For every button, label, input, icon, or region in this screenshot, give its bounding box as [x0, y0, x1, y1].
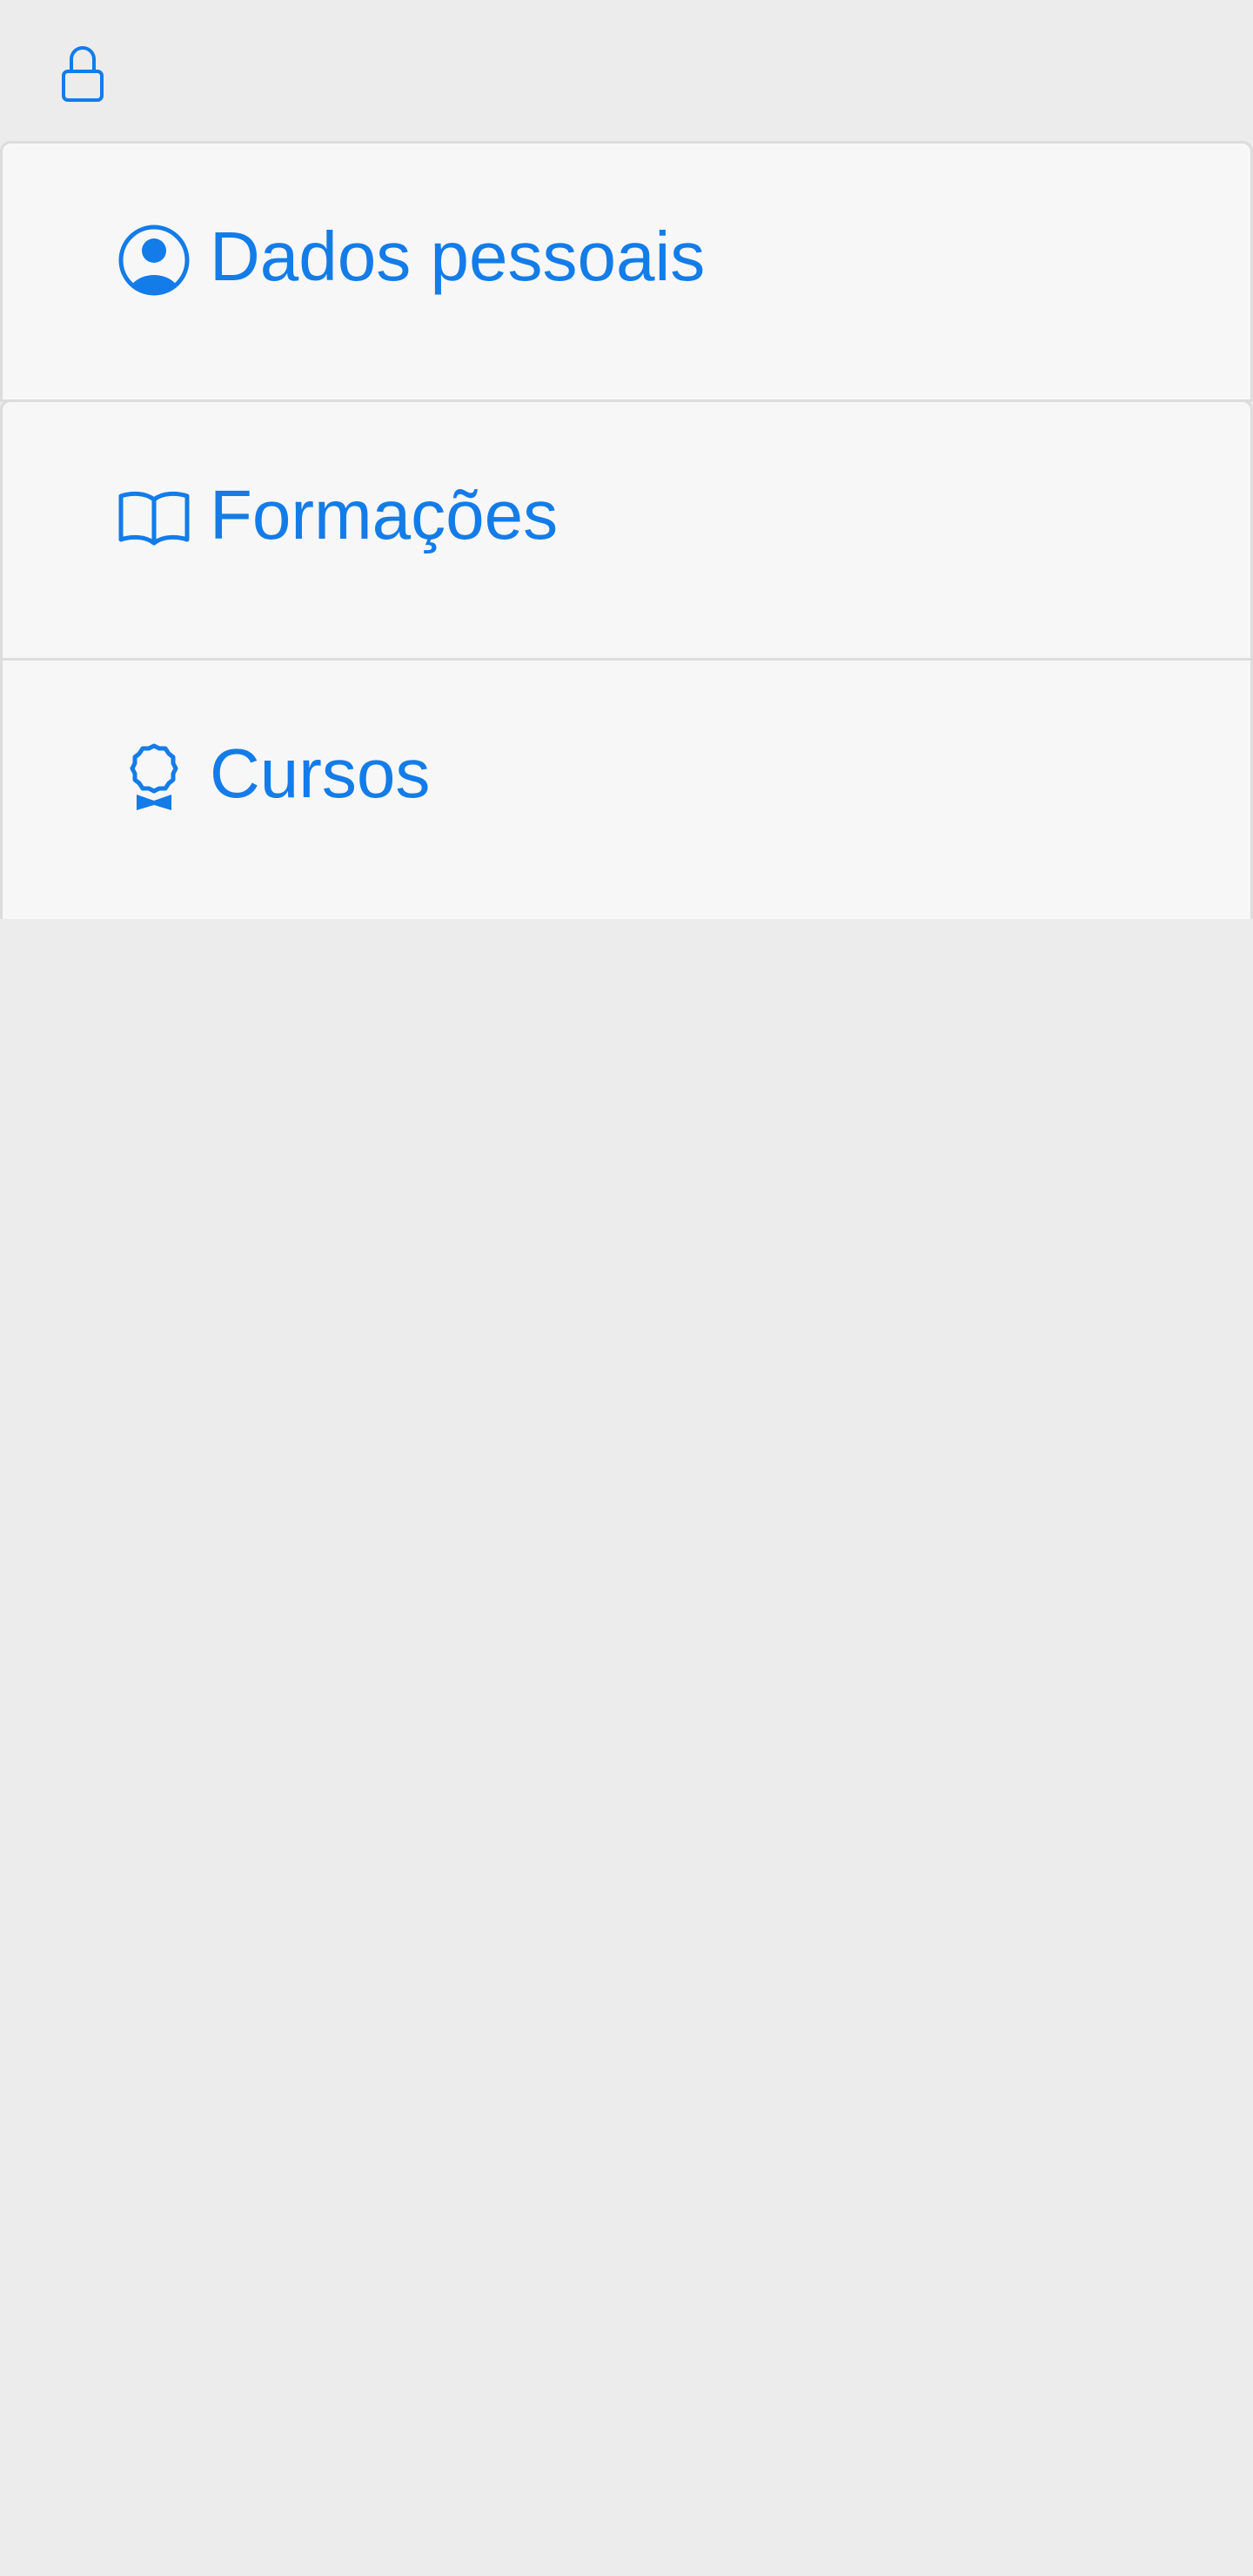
- user-circle-icon: [118, 225, 190, 296]
- open-book-icon: [118, 491, 190, 546]
- menu-item-label: Dados pessoais: [210, 218, 706, 295]
- menu-item-label: Cursos: [210, 735, 431, 812]
- award-icon: [130, 743, 178, 810]
- menu-item-label: Formações: [210, 476, 559, 553]
- menu-item-cursos[interactable]: Cursos: [0, 658, 1253, 919]
- menu-list: Dados pessoais Formações Cursos: [0, 141, 1253, 919]
- lock-icon[interactable]: [61, 45, 104, 103]
- menu-item-formacoes[interactable]: Formações: [0, 399, 1253, 661]
- menu-item-dados-pessoais[interactable]: Dados pessoais: [0, 141, 1253, 402]
- top-bar: [0, 0, 1253, 141]
